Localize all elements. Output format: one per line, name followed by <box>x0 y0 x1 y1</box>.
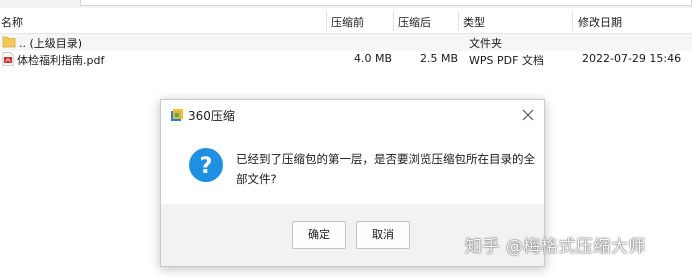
column-divider <box>326 11 327 31</box>
app-logo-icon <box>170 108 184 125</box>
column-compressed[interactable]: 压缩前 <box>331 14 364 30</box>
row-uncompressed-size: 2.5 MB <box>420 52 459 65</box>
watermark: 知乎 @梅格式压缩大师 <box>465 237 646 257</box>
column-uncompressed[interactable]: 压缩后 <box>398 14 431 30</box>
row-name: 体检福利指南.pdf <box>17 54 105 67</box>
question-icon: ? <box>188 147 224 186</box>
ok-button[interactable]: 确定 <box>292 221 346 249</box>
column-header: 名称 压缩前 压缩后 类型 修改日期 <box>0 8 692 34</box>
dialog-titlebar[interactable]: 360压缩 <box>161 100 544 130</box>
list-item-parent-dir[interactable]: .. (上级目录) 文件夹 <box>0 34 692 51</box>
dialog-message: 已经到了压缩包的第一层，是否要浏览压缩包所在目录的全部文件? <box>236 152 535 186</box>
svg-text:?: ? <box>200 154 213 179</box>
row-compressed-size: 4.0 MB <box>354 52 393 65</box>
row-type: 文件夹 <box>469 37 502 50</box>
pdf-file-icon <box>2 52 14 69</box>
column-type[interactable]: 类型 <box>463 14 485 30</box>
column-name[interactable]: 名称 <box>1 14 23 30</box>
row-name: .. (上级目录) <box>19 37 83 50</box>
row-type: WPS PDF 文档 <box>469 54 544 67</box>
column-modified[interactable]: 修改日期 <box>578 14 622 30</box>
row-modified: 2022-07-29 15:46 <box>582 52 682 65</box>
folder-icon <box>2 35 16 51</box>
address-bar[interactable] <box>80 0 692 6</box>
close-icon[interactable] <box>520 107 536 123</box>
column-divider <box>458 11 459 31</box>
cancel-button[interactable]: 取消 <box>356 221 410 249</box>
column-divider <box>572 11 573 31</box>
dialog-title: 360压缩 <box>188 109 235 123</box>
toolbar-strip <box>0 0 692 8</box>
column-divider <box>393 11 394 31</box>
list-item-file[interactable]: 体检福利指南.pdf 4.0 MB 2.5 MB WPS PDF 文档 2022… <box>0 51 692 68</box>
